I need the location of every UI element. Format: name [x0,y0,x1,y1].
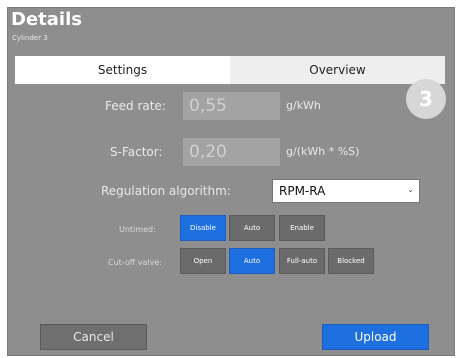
regulation-algorithm-label: Regulation algorithm: [101,184,231,198]
cutoff-valve-label: Cut-off valve: [108,258,162,267]
feed-rate-label: Feed rate: [105,99,166,113]
untimed-auto-button[interactable]: Auto [229,215,275,241]
dialog-title: Details [11,9,82,30]
cylinder-number-badge: 3 [406,79,446,119]
cutoff-blocked-button[interactable]: Blocked [328,248,374,274]
feed-rate-input[interactable]: 0,55 [183,92,280,120]
untimed-disable-button[interactable]: Disable [180,215,226,241]
feed-rate-unit: g/kWh [286,99,321,112]
s-factor-unit: g/(kWh * %S) [286,145,360,158]
tab-overview[interactable]: Overview [230,56,445,84]
cutoff-open-button[interactable]: Open [180,248,226,274]
cutoff-full-auto-button[interactable]: Full-auto [279,248,325,274]
chevron-down-icon: ⌄ [407,185,414,194]
details-dialog: Details Cylinder 3 Settings Overview 3 F… [7,7,455,356]
tab-bar: Settings Overview [15,56,445,84]
untimed-label: Untimed: [119,225,156,234]
cutoff-auto-button[interactable]: Auto [229,248,275,274]
regulation-algorithm-value: RPM-RA [279,184,326,198]
regulation-algorithm-select[interactable]: RPM-RA ⌄ [272,179,420,203]
cancel-button[interactable]: Cancel [40,324,147,350]
s-factor-label: S-Factor: [110,145,163,159]
upload-button[interactable]: Upload [322,324,429,350]
untimed-enable-button[interactable]: Enable [279,215,325,241]
tab-settings[interactable]: Settings [15,56,230,84]
dialog-subtitle: Cylinder 3 [12,34,48,42]
s-factor-input[interactable]: 0,20 [183,138,280,166]
